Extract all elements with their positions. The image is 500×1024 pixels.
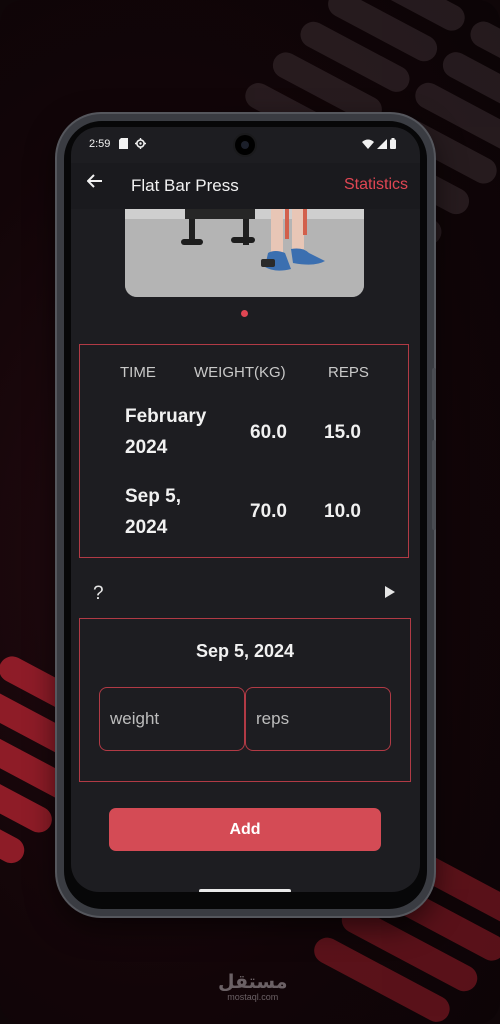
wifi-icon <box>362 139 374 152</box>
battery-icon <box>390 138 396 152</box>
add-button[interactable]: Add <box>109 808 381 851</box>
weight-input[interactable] <box>99 687 245 751</box>
help-icon[interactable]: ? <box>93 583 104 605</box>
home-indicator[interactable] <box>199 889 291 892</box>
row-1-time: February 2024 <box>125 406 207 458</box>
entry-form: Sep 5, 2024 <box>79 618 411 782</box>
history-table: TIME WEIGHT(KG) REPS February 2024 60.0 … <box>79 344 409 558</box>
app-bar: Flat Bar Press Statistics <box>71 163 420 209</box>
statistics-link[interactable]: Statistics <box>344 176 408 194</box>
entry-date[interactable]: Sep 5, 2024 <box>80 641 410 662</box>
reps-input[interactable] <box>245 687 391 751</box>
front-camera <box>235 135 255 155</box>
brand-url: mostaql.com <box>227 992 279 1002</box>
status-bar: 2:59 <box>71 127 420 163</box>
sd-card-icon <box>119 138 128 152</box>
app-screen: 2:59 Flat Bar Press Statistics TIME WEIG… <box>71 127 420 892</box>
row-1-reps: 15.0 <box>324 422 361 443</box>
signal-icon <box>377 138 387 152</box>
exercise-image <box>125 209 364 297</box>
brand-arabic: مستقل <box>218 971 288 993</box>
status-time: 2:59 <box>89 138 111 150</box>
back-arrow-icon[interactable] <box>86 173 103 195</box>
play-icon[interactable] <box>385 585 395 601</box>
row-2-time: Sep 5, 2024 <box>125 486 181 538</box>
column-header-weight: WEIGHT(KG) <box>194 364 286 381</box>
volume-button <box>432 368 436 420</box>
row-1-weight: 60.0 <box>250 422 287 443</box>
power-button <box>432 440 436 530</box>
column-header-reps: REPS <box>328 364 369 381</box>
status-icons <box>362 138 396 152</box>
settings-gear-icon <box>135 138 146 152</box>
brand-logo: مستقل mostaql.com <box>218 972 288 1002</box>
row-2-reps: 10.0 <box>324 501 361 522</box>
column-header-time: TIME <box>120 364 156 381</box>
carousel-page-indicator[interactable] <box>241 310 248 317</box>
page-title: Flat Bar Press <box>131 176 239 195</box>
row-2-weight: 70.0 <box>250 501 287 522</box>
